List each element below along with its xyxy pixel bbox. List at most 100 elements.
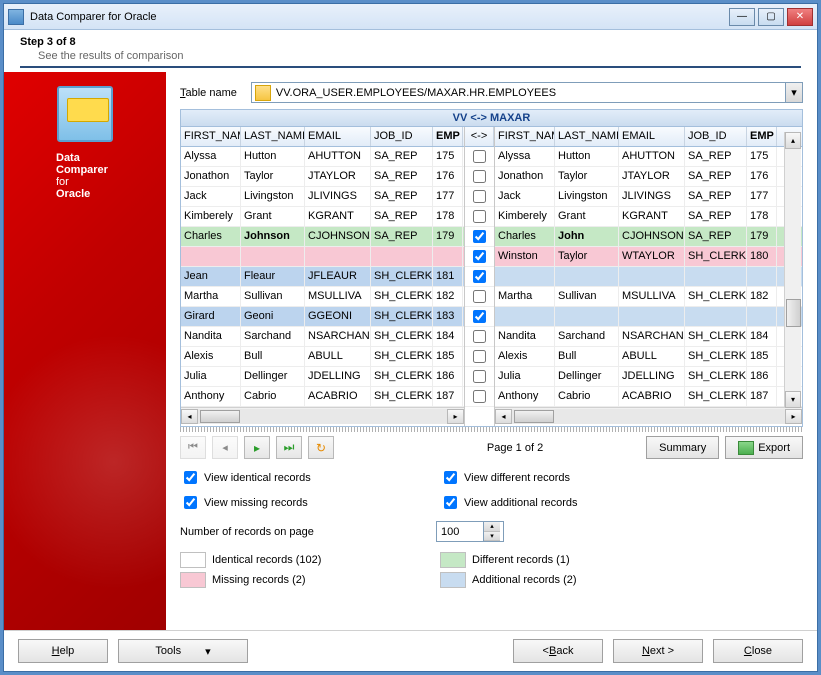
step-title: Step 3 of 8 xyxy=(20,36,801,48)
row-checkbox[interactable] xyxy=(465,167,494,187)
table-row[interactable]: JonathonTaylorJTAYLORSA_REP176 xyxy=(495,167,802,187)
view-missing-checkbox[interactable]: View missing records xyxy=(180,492,440,513)
column-header[interactable]: LAST_NAME xyxy=(241,127,305,146)
scroll-right-icon[interactable]: ▸ xyxy=(785,409,802,424)
column-header[interactable]: EMAIL xyxy=(619,127,685,146)
app-window: Data Comparer for Oracle — ▢ ✕ Step 3 of… xyxy=(3,3,818,672)
column-header[interactable]: EMP xyxy=(433,127,463,146)
records-input[interactable] xyxy=(437,522,483,541)
table-row[interactable]: JuliaDellingerJDELLINGSH_CLERK186 xyxy=(495,367,802,387)
vertical-scrollbar[interactable]: ▴ ▾ xyxy=(784,132,801,408)
scroll-left-icon[interactable]: ◂ xyxy=(181,409,198,424)
spin-down-icon[interactable]: ▾ xyxy=(484,532,500,542)
row-checkbox[interactable] xyxy=(465,247,494,267)
next-button[interactable]: Next > xyxy=(613,639,703,663)
next-page-button[interactable]: ▸ xyxy=(244,436,270,459)
export-button[interactable]: Export xyxy=(725,436,803,459)
summary-button[interactable]: Summary xyxy=(646,436,719,459)
row-checkbox[interactable] xyxy=(465,287,494,307)
first-page-button[interactable]: ⏮ xyxy=(180,436,206,459)
row-checkbox[interactable] xyxy=(465,227,494,247)
splitter[interactable] xyxy=(180,427,803,432)
column-header[interactable]: JOB_ID xyxy=(685,127,747,146)
scroll-thumb[interactable] xyxy=(200,410,240,423)
row-checkbox[interactable] xyxy=(465,367,494,387)
table-row[interactable]: AlyssaHuttonAHUTTONSA_REP175 xyxy=(495,147,802,167)
table-row[interactable]: CharlesJohnsonCJOHNSONSA_REP179 xyxy=(181,227,464,247)
view-different-checkbox[interactable]: View different records xyxy=(440,467,700,488)
table-row[interactable]: AlexisBullABULLSH_CLERK185 xyxy=(181,347,464,367)
row-checkbox[interactable] xyxy=(465,267,494,287)
row-checkbox[interactable] xyxy=(465,347,494,367)
legend-identical: Identical records (102) xyxy=(180,552,440,568)
scroll-up-icon[interactable]: ▴ xyxy=(785,132,801,149)
step-header: Step 3 of 8 See the results of compariso… xyxy=(4,30,817,72)
maximize-button[interactable]: ▢ xyxy=(758,8,784,26)
refresh-button[interactable]: ↻ xyxy=(308,436,334,459)
table-row[interactable]: KimberelyGrantKGRANTSA_REP178 xyxy=(495,207,802,227)
view-additional-checkbox[interactable]: View additional records xyxy=(440,492,700,513)
chevron-down-icon[interactable]: ▾ xyxy=(785,83,802,102)
scroll-thumb[interactable] xyxy=(786,299,801,327)
table-row[interactable]: AnthonyCabrioACABRIOSH_CLERK187 xyxy=(495,387,802,407)
column-header[interactable]: JOB_ID xyxy=(371,127,433,146)
column-header[interactable]: LAST_NAME xyxy=(555,127,619,146)
close-button[interactable]: ✕ xyxy=(787,8,813,26)
comparison-grid: VV <-> MAXAR FIRST_NAMLAST_NAMEEMAILJOB_… xyxy=(180,109,803,427)
close-wizard-button[interactable]: Close xyxy=(713,639,803,663)
step-subtitle: See the results of comparison xyxy=(38,50,801,62)
column-header[interactable]: FIRST_NAM xyxy=(495,127,555,146)
back-button[interactable]: < Back xyxy=(513,639,603,663)
scroll-down-icon[interactable]: ▾ xyxy=(785,391,801,408)
table-row[interactable]: AlyssaHuttonAHUTTONSA_REP175 xyxy=(181,147,464,167)
table-row[interactable]: MarthaSullivanMSULLIVASH_CLERK182 xyxy=(495,287,802,307)
spin-up-icon[interactable]: ▴ xyxy=(484,522,500,532)
table-row[interactable]: WinstonTaylorWTAYLORSH_CLERK180 xyxy=(495,247,802,267)
records-spinner[interactable]: ▴▾ xyxy=(436,521,504,542)
records-per-page-row: Number of records on page ▴▾ xyxy=(180,521,803,542)
table-row[interactable]: GirardGeoniGGEONISH_CLERK183 xyxy=(181,307,464,327)
table-row[interactable]: AnthonyCabrioACABRIOSH_CLERK187 xyxy=(181,387,464,407)
row-checkbox[interactable] xyxy=(465,147,494,167)
content: Table name VV.ORA_USER.EMPLOYEES/MAXAR.H… xyxy=(166,72,817,630)
column-header[interactable]: FIRST_NAM xyxy=(181,127,241,146)
right-hscroll[interactable]: ◂ ▸ xyxy=(495,407,802,424)
prev-page-button[interactable]: ◂ xyxy=(212,436,238,459)
table-row[interactable]: JackLivingstonJLIVINGSSA_REP177 xyxy=(181,187,464,207)
table-row[interactable]: NanditaSarchandNSARCHANSH_CLERK184 xyxy=(495,327,802,347)
minimize-button[interactable]: — xyxy=(729,8,755,26)
table-row[interactable]: JuliaDellingerJDELLINGSH_CLERK186 xyxy=(181,367,464,387)
tools-button[interactable]: Tools▾ xyxy=(118,639,248,663)
table-row[interactable]: JackLivingstonJLIVINGSSA_REP177 xyxy=(495,187,802,207)
scroll-left-icon[interactable]: ◂ xyxy=(495,409,512,424)
table-row[interactable]: JonathonTaylorJTAYLORSA_REP176 xyxy=(181,167,464,187)
column-header[interactable]: EMAIL xyxy=(305,127,371,146)
row-checkbox[interactable] xyxy=(465,327,494,347)
table-row[interactable] xyxy=(495,267,802,287)
legend-missing: Missing records (2) xyxy=(180,572,440,588)
row-checkbox[interactable] xyxy=(465,187,494,207)
mid-header: <-> xyxy=(465,127,494,146)
row-checkbox[interactable] xyxy=(465,307,494,327)
table-row[interactable]: KimberelyGrantKGRANTSA_REP178 xyxy=(181,207,464,227)
column-header[interactable]: EMP xyxy=(747,127,777,146)
main-area: Data Comparer for Oracle Table name VV.O… xyxy=(4,72,817,630)
legend-different: Different records (1) xyxy=(440,552,700,568)
table-row[interactable]: AlexisBullABULLSH_CLERK185 xyxy=(495,347,802,367)
table-row[interactable]: JeanFleaurJFLEAURSH_CLERK181 xyxy=(181,267,464,287)
window-title: Data Comparer for Oracle xyxy=(30,11,726,23)
help-button[interactable]: Help xyxy=(18,639,108,663)
scroll-thumb[interactable] xyxy=(514,410,554,423)
table-row[interactable]: NanditaSarchandNSARCHANSH_CLERK184 xyxy=(181,327,464,347)
table-row[interactable]: MarthaSullivanMSULLIVASH_CLERK182 xyxy=(181,287,464,307)
left-hscroll[interactable]: ◂ ▸ xyxy=(181,407,464,424)
view-identical-checkbox[interactable]: View identical records xyxy=(180,467,440,488)
last-page-button[interactable]: ⏭ xyxy=(276,436,302,459)
table-name-combo[interactable]: VV.ORA_USER.EMPLOYEES/MAXAR.HR.EMPLOYEES… xyxy=(251,82,803,103)
scroll-right-icon[interactable]: ▸ xyxy=(447,409,464,424)
row-checkbox[interactable] xyxy=(465,207,494,227)
row-checkbox[interactable] xyxy=(465,387,494,407)
table-row[interactable] xyxy=(495,307,802,327)
table-row[interactable]: CharlesJohnCJOHNSONSA_REP179 xyxy=(495,227,802,247)
table-row[interactable] xyxy=(181,247,464,267)
